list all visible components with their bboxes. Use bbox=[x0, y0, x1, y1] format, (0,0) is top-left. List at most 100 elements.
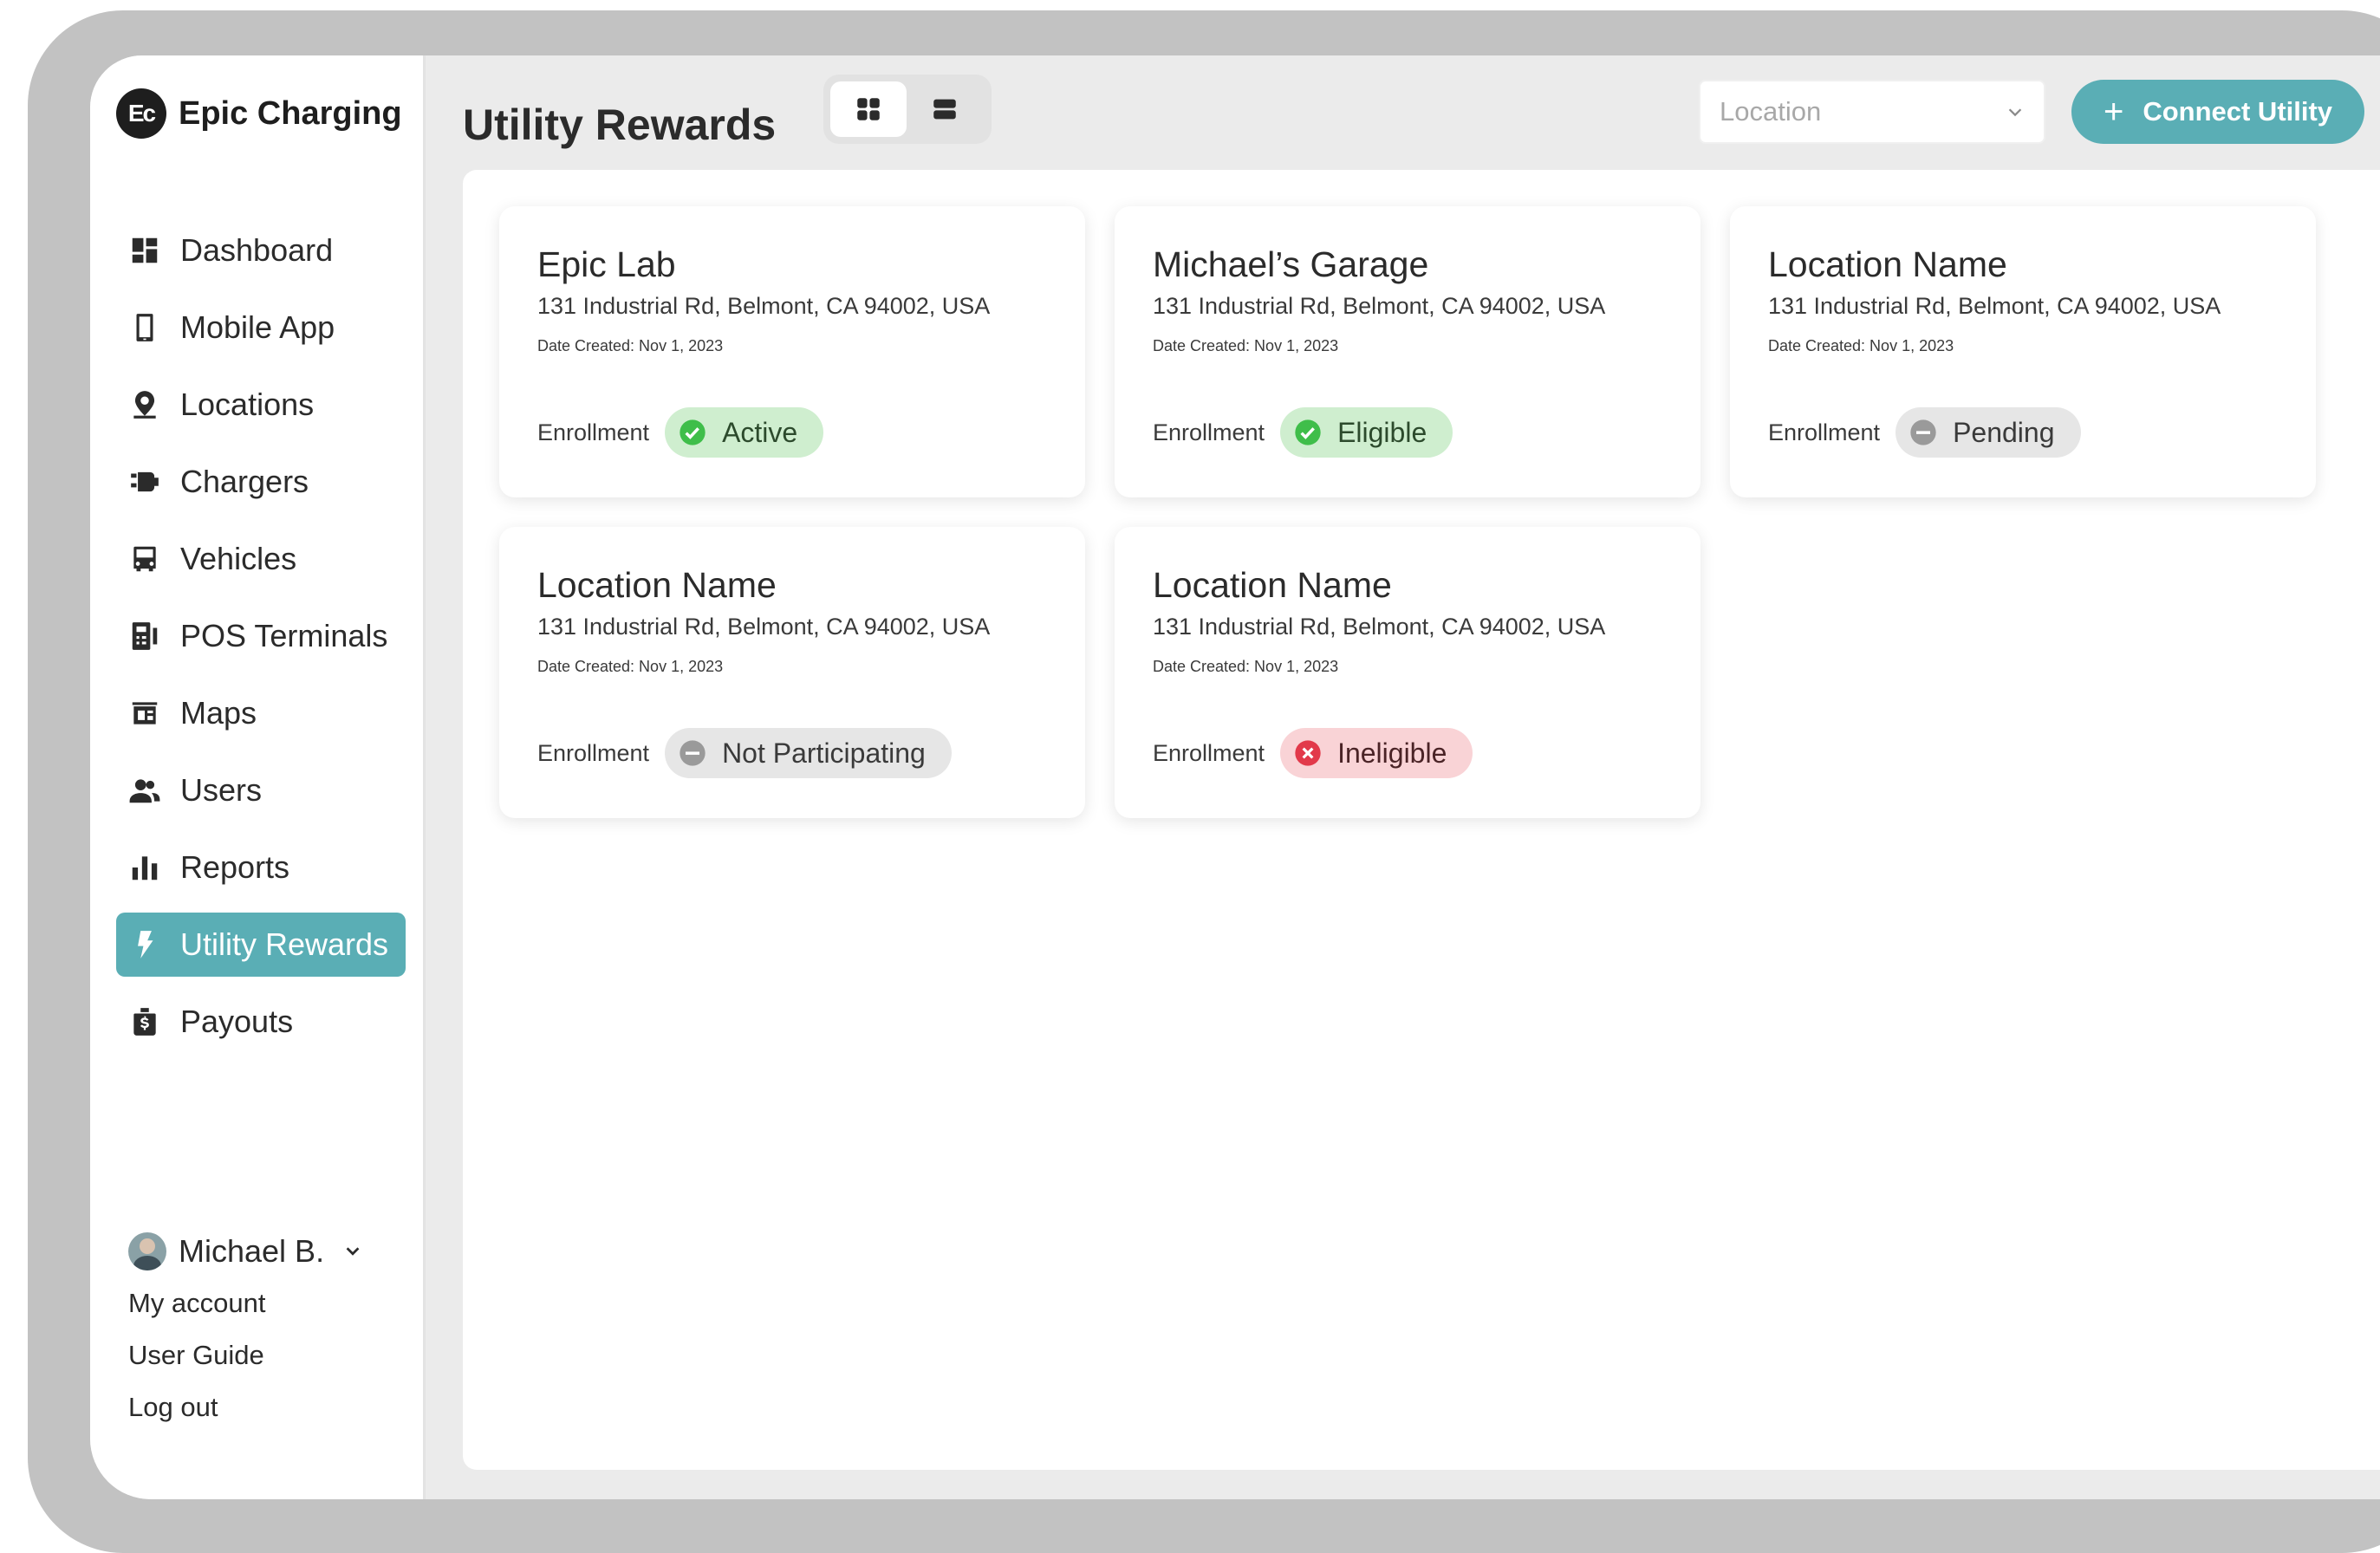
log-out-link[interactable]: Log out bbox=[128, 1381, 362, 1433]
user-guide-link[interactable]: User Guide bbox=[128, 1329, 362, 1381]
card-date: Date Created: Nov 1, 2023 bbox=[537, 337, 724, 354]
minus-circle-icon bbox=[680, 740, 706, 766]
sidebar-item-label: Chargers bbox=[180, 464, 309, 499]
connect-utility-button[interactable]: + Connect Utility bbox=[2071, 80, 2364, 144]
app-screen: Ec Epic Charging Dashboard Mobile App Lo… bbox=[90, 55, 2380, 1499]
status-badge: Active bbox=[665, 407, 824, 458]
sidebar-item-dashboard[interactable]: Dashboard bbox=[116, 218, 406, 283]
location-card[interactable]: Location Name 131 Industrial Rd, Belmont… bbox=[1115, 527, 1700, 818]
sidebar-item-vehicles[interactable]: Vehicles bbox=[116, 527, 406, 591]
bar-chart-icon bbox=[132, 856, 158, 880]
map-icon bbox=[132, 702, 158, 725]
enrollment-row: Enrollment Not Participating bbox=[537, 728, 952, 778]
status-text: Active bbox=[722, 416, 798, 448]
sidebar-item-users[interactable]: Users bbox=[116, 758, 406, 822]
sidebar-item-label: POS Terminals bbox=[180, 618, 388, 653]
plus-icon: + bbox=[2103, 92, 2124, 131]
brand-logo: Ec bbox=[116, 88, 166, 139]
avatar bbox=[128, 1232, 166, 1270]
status-text: Pending bbox=[1953, 416, 2055, 448]
brand-name: Epic Charging bbox=[179, 94, 402, 132]
status-badge: Not Participating bbox=[665, 728, 952, 778]
card-title: Location Name bbox=[1153, 565, 1392, 605]
status-text: Eligible bbox=[1337, 416, 1427, 448]
money-bag-icon bbox=[133, 1008, 156, 1036]
card-address: 131 Industrial Rd, Belmont, CA 94002, US… bbox=[1153, 293, 1606, 319]
enrollment-row: Enrollment Pending bbox=[1768, 407, 2081, 458]
enrollment-label: Enrollment bbox=[1153, 739, 1265, 766]
page-title: Utility Rewards bbox=[463, 101, 777, 149]
enrollment-row: Enrollment Active bbox=[537, 407, 824, 458]
view-toggle bbox=[823, 75, 992, 144]
lightning-icon bbox=[138, 931, 153, 958]
status-badge: Eligible bbox=[1280, 407, 1453, 458]
sidebar-item-label: Locations bbox=[180, 387, 315, 422]
check-circle-icon bbox=[1295, 419, 1321, 445]
sidebar-item-mobile-app[interactable]: Mobile App bbox=[116, 296, 406, 360]
status-text: Ineligible bbox=[1337, 737, 1447, 769]
sidebar-item-payouts[interactable]: Payouts bbox=[116, 990, 406, 1054]
brand[interactable]: Ec Epic Charging bbox=[116, 88, 402, 139]
card-address: 131 Industrial Rd, Belmont, CA 94002, US… bbox=[1153, 614, 1606, 640]
enrollment-row: Enrollment Eligible bbox=[1153, 407, 1453, 458]
sidebar-item-pos-terminals[interactable]: POS Terminals bbox=[116, 604, 406, 668]
card-address: 131 Industrial Rd, Belmont, CA 94002, US… bbox=[537, 614, 991, 640]
location-select[interactable]: Location bbox=[1699, 80, 2045, 144]
sidebar-item-label: Maps bbox=[180, 695, 257, 731]
sidebar-item-chargers[interactable]: Chargers bbox=[116, 450, 406, 514]
grid-view-button[interactable] bbox=[830, 81, 907, 137]
card-date: Date Created: Nov 1, 2023 bbox=[1153, 337, 1339, 354]
location-card[interactable]: Location Name 131 Industrial Rd, Belmont… bbox=[499, 527, 1085, 818]
location-card[interactable]: Michael’s Garage 131 Industrial Rd, Belm… bbox=[1115, 206, 1700, 497]
list-view-button[interactable] bbox=[907, 81, 983, 137]
enrollment-label: Enrollment bbox=[537, 419, 650, 445]
card-title: Location Name bbox=[537, 565, 777, 605]
user-name: Michael B. bbox=[179, 1233, 325, 1269]
card-address: 131 Industrial Rd, Belmont, CA 94002, US… bbox=[1768, 293, 2221, 319]
status-badge: Ineligible bbox=[1280, 728, 1473, 778]
my-account-link[interactable]: My account bbox=[128, 1277, 362, 1329]
sidebar-item-label: Mobile App bbox=[180, 309, 335, 345]
user-menu: Michael B. My account User Guide Log out bbox=[128, 1225, 362, 1433]
user-dropdown[interactable]: Michael B. bbox=[128, 1225, 362, 1277]
users-icon bbox=[129, 779, 160, 803]
sidebar-item-reports[interactable]: Reports bbox=[116, 835, 406, 900]
sidebar-item-label: Reports bbox=[180, 849, 290, 885]
sidebar-item-label: Users bbox=[180, 772, 263, 808]
connect-utility-label: Connect Utility bbox=[2143, 96, 2333, 127]
sidebar-item-label: Dashboard bbox=[180, 232, 334, 268]
sidebar-item-label: Utility Rewards bbox=[180, 926, 389, 962]
card-date: Date Created: Nov 1, 2023 bbox=[1768, 337, 1954, 354]
check-circle-icon bbox=[680, 419, 706, 445]
location-placeholder: Location bbox=[1720, 96, 1822, 127]
x-circle-icon bbox=[1295, 740, 1321, 766]
status-text: Not Participating bbox=[722, 737, 926, 769]
list-view-icon bbox=[933, 99, 956, 120]
sidebar-item-locations[interactable]: Locations bbox=[116, 373, 406, 437]
chevron-down-icon bbox=[346, 1247, 360, 1256]
status-badge: Pending bbox=[1896, 407, 2081, 458]
sidebar-item-label: Vehicles bbox=[180, 541, 297, 576]
enrollment-label: Enrollment bbox=[1768, 419, 1881, 445]
main-panel: Epic Lab 131 Industrial Rd, Belmont, CA … bbox=[463, 170, 2380, 1470]
dashboard-icon bbox=[132, 237, 158, 263]
sidebar-item-maps[interactable]: Maps bbox=[116, 681, 406, 745]
card-date: Date Created: Nov 1, 2023 bbox=[537, 658, 724, 675]
device-frame: Ec Epic Charging Dashboard Mobile App Lo… bbox=[28, 10, 2380, 1553]
card-title: Michael’s Garage bbox=[1153, 244, 1429, 284]
grid-view-icon bbox=[857, 98, 880, 120]
enrollment-row: Enrollment Ineligible bbox=[1153, 728, 1473, 778]
minus-circle-icon bbox=[1910, 419, 1936, 445]
charger-icon bbox=[131, 471, 159, 492]
pos-terminal-icon bbox=[132, 622, 158, 650]
chevron-down-icon bbox=[2008, 108, 2022, 117]
vehicle-icon bbox=[133, 546, 156, 572]
sidebar: Ec Epic Charging Dashboard Mobile App Lo… bbox=[90, 55, 426, 1499]
location-card[interactable]: Location Name 131 Industrial Rd, Belmont… bbox=[1730, 206, 2316, 497]
sidebar-item-utility-rewards[interactable]: Utility Rewards bbox=[116, 913, 406, 977]
location-pin-icon bbox=[133, 391, 156, 419]
sidebar-item-label: Payouts bbox=[180, 1004, 294, 1039]
location-card[interactable]: Epic Lab 131 Industrial Rd, Belmont, CA … bbox=[499, 206, 1085, 497]
enrollment-label: Enrollment bbox=[1153, 419, 1265, 445]
sidebar-nav: Dashboard Mobile App Locations Chargers … bbox=[116, 218, 406, 1067]
